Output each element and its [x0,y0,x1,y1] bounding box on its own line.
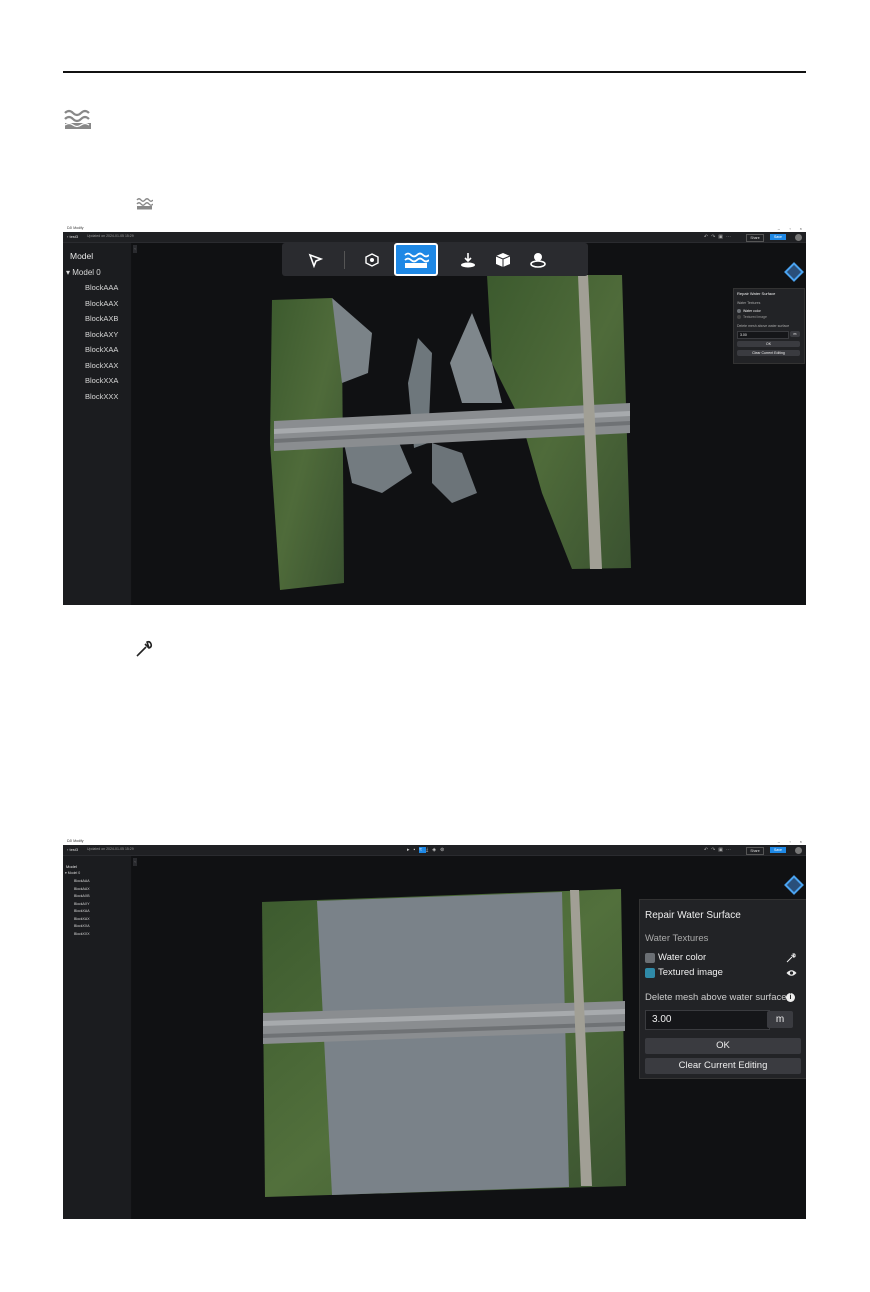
unit-label: m [790,331,800,337]
top-bar: ‹ test3 Updated on 2024-01-05 15:29 ▸▪≈⤓… [63,845,806,856]
block-item[interactable]: BlockAXB [85,314,118,323]
water-surface-tool-icon[interactable] [394,243,438,276]
texture-tool-icon[interactable] [490,247,516,273]
updated-text: Updated on 2024-01-05 15:29 [87,234,134,238]
close-icon[interactable]: × [800,226,802,231]
maximize-icon[interactable]: ▫ [790,226,791,231]
textured-image-swatch[interactable] [737,315,741,319]
app-title: DJI Modify [67,226,84,230]
block-item[interactable]: BlockXXX [85,392,118,401]
water-surface-icon [64,109,91,129]
edit-toolbar [282,243,588,276]
3d-viewport[interactable]: ‹ Repair Water Surface Water Textures Wa… [132,243,806,605]
block-item[interactable]: BlockXAX [85,361,118,370]
eye-icon[interactable] [786,969,797,977]
maximize-icon[interactable]: ▫ [790,839,791,844]
updated-text: Updated on 2024-01-05 15:29 [87,847,134,851]
toolbar-divider [344,251,345,269]
undo-redo-icons[interactable]: ↶↷▣⋯ [704,847,734,853]
repair-water-surface-panel: Repair Water Surface Water Textures Wate… [639,899,806,1079]
project-name[interactable]: ‹ test3 [67,234,78,239]
sidebar-title: Model [66,864,77,869]
block-item[interactable]: BlockXAA [74,909,90,913]
top-bar: ‹ test3 Updated on 2024-01-05 15:29 ↶↷▣⋯… [63,232,806,243]
water-textures-label: Water Textures [737,301,761,305]
ok-button[interactable]: OK [645,1038,801,1054]
textured-image-option[interactable]: Textured image [737,315,767,319]
minimize-icon[interactable]: – [778,226,780,231]
block-item[interactable]: BlockAXY [85,330,118,339]
water-textures-label: Water Textures [645,933,709,944]
user-avatar[interactable] [795,846,802,854]
share-button[interactable]: Share [746,234,764,242]
save-button[interactable]: Save [770,847,786,853]
eyedropper-icon[interactable] [786,953,796,963]
info-icon[interactable]: i [786,993,795,1002]
minimize-icon[interactable]: – [778,839,780,844]
header-rule [63,71,806,73]
height-input[interactable]: 3.00 [645,1010,770,1030]
water-color-option[interactable]: Water color [737,309,761,313]
block-item[interactable]: BlockAXY [74,902,90,906]
share-button[interactable]: Share [746,847,764,855]
textured-image-swatch[interactable] [645,967,655,978]
block-item[interactable]: BlockXXX [74,932,90,936]
water-surface-small-icon [136,198,153,210]
flatten-tool-icon[interactable] [455,247,481,273]
block-item[interactable]: BlockAXB [74,894,90,898]
screenshot-water-surface-result: DJI Modify – ▫ × ‹ test3 Updated on 2024… [63,839,806,1219]
app-title: DJI Modify [67,839,84,843]
clear-editing-button[interactable]: Clear Current Editing [737,350,800,356]
textured-image-option[interactable]: Textured image [645,967,723,978]
close-icon[interactable]: × [800,839,802,844]
water-color-option[interactable]: Water color [645,952,706,963]
mesh-tool-icon[interactable] [359,247,385,273]
panel-title: Repair Water Surface [737,291,776,296]
block-item[interactable]: BlockXAA [85,345,118,354]
model-tree-root[interactable]: ▾ Model 0 [66,268,101,277]
block-item[interactable]: BlockAAX [74,887,90,891]
delete-mesh-label: Delete mesh above water surface [737,324,790,328]
eyedropper-icon [136,640,153,657]
model-tree-root[interactable]: ▾ Model 0 [65,871,80,875]
block-item[interactable]: BlockXAX [74,917,90,921]
model-sidebar: Model ▾ Model 0 BlockAAA BlockAAX BlockA… [63,243,131,605]
undo-redo-icons[interactable]: ↶↷▣⋯ [704,234,734,240]
block-item[interactable]: BlockAAX [85,299,118,308]
panel-title: Repair Water Surface [645,910,741,921]
water-color-swatch[interactable] [737,309,741,313]
screenshot-water-surface-tool: DJI Modify – ▫ × ‹ test3 Updated on 2024… [63,226,806,605]
project-name[interactable]: ‹ test3 [67,847,78,852]
ok-button[interactable]: OK [737,341,800,347]
mini-toolbar[interactable]: ▸▪≈⤓◈⊚ [407,847,448,853]
sidebar-title: Model [70,251,94,261]
repair-water-surface-panel: Repair Water Surface Water Textures Wate… [733,288,805,364]
block-item[interactable]: BlockAAA [74,879,90,883]
save-button[interactable]: Save [770,234,786,240]
model-sidebar: Model ▾ Model 0 BlockAAA BlockAAX BlockA… [63,856,131,1219]
3d-viewport[interactable]: ‹ Repair Water Surface Water Textures Wa… [132,856,806,1219]
block-item[interactable]: BlockAAA [85,283,118,292]
block-item[interactable]: BlockXXA [85,376,118,385]
clear-editing-button[interactable]: Clear Current Editing [645,1058,801,1074]
height-input[interactable]: 3.00 [737,331,789,339]
repair-tool-icon[interactable] [525,247,551,273]
aerial-model [270,275,631,590]
block-item[interactable]: BlockXXA [74,924,90,928]
user-avatar[interactable] [795,233,802,241]
unit-label: m [767,1011,793,1028]
delete-mesh-label: Delete mesh above water surface [645,992,787,1003]
select-tool-icon[interactable] [302,247,328,273]
water-color-swatch[interactable] [645,952,655,963]
